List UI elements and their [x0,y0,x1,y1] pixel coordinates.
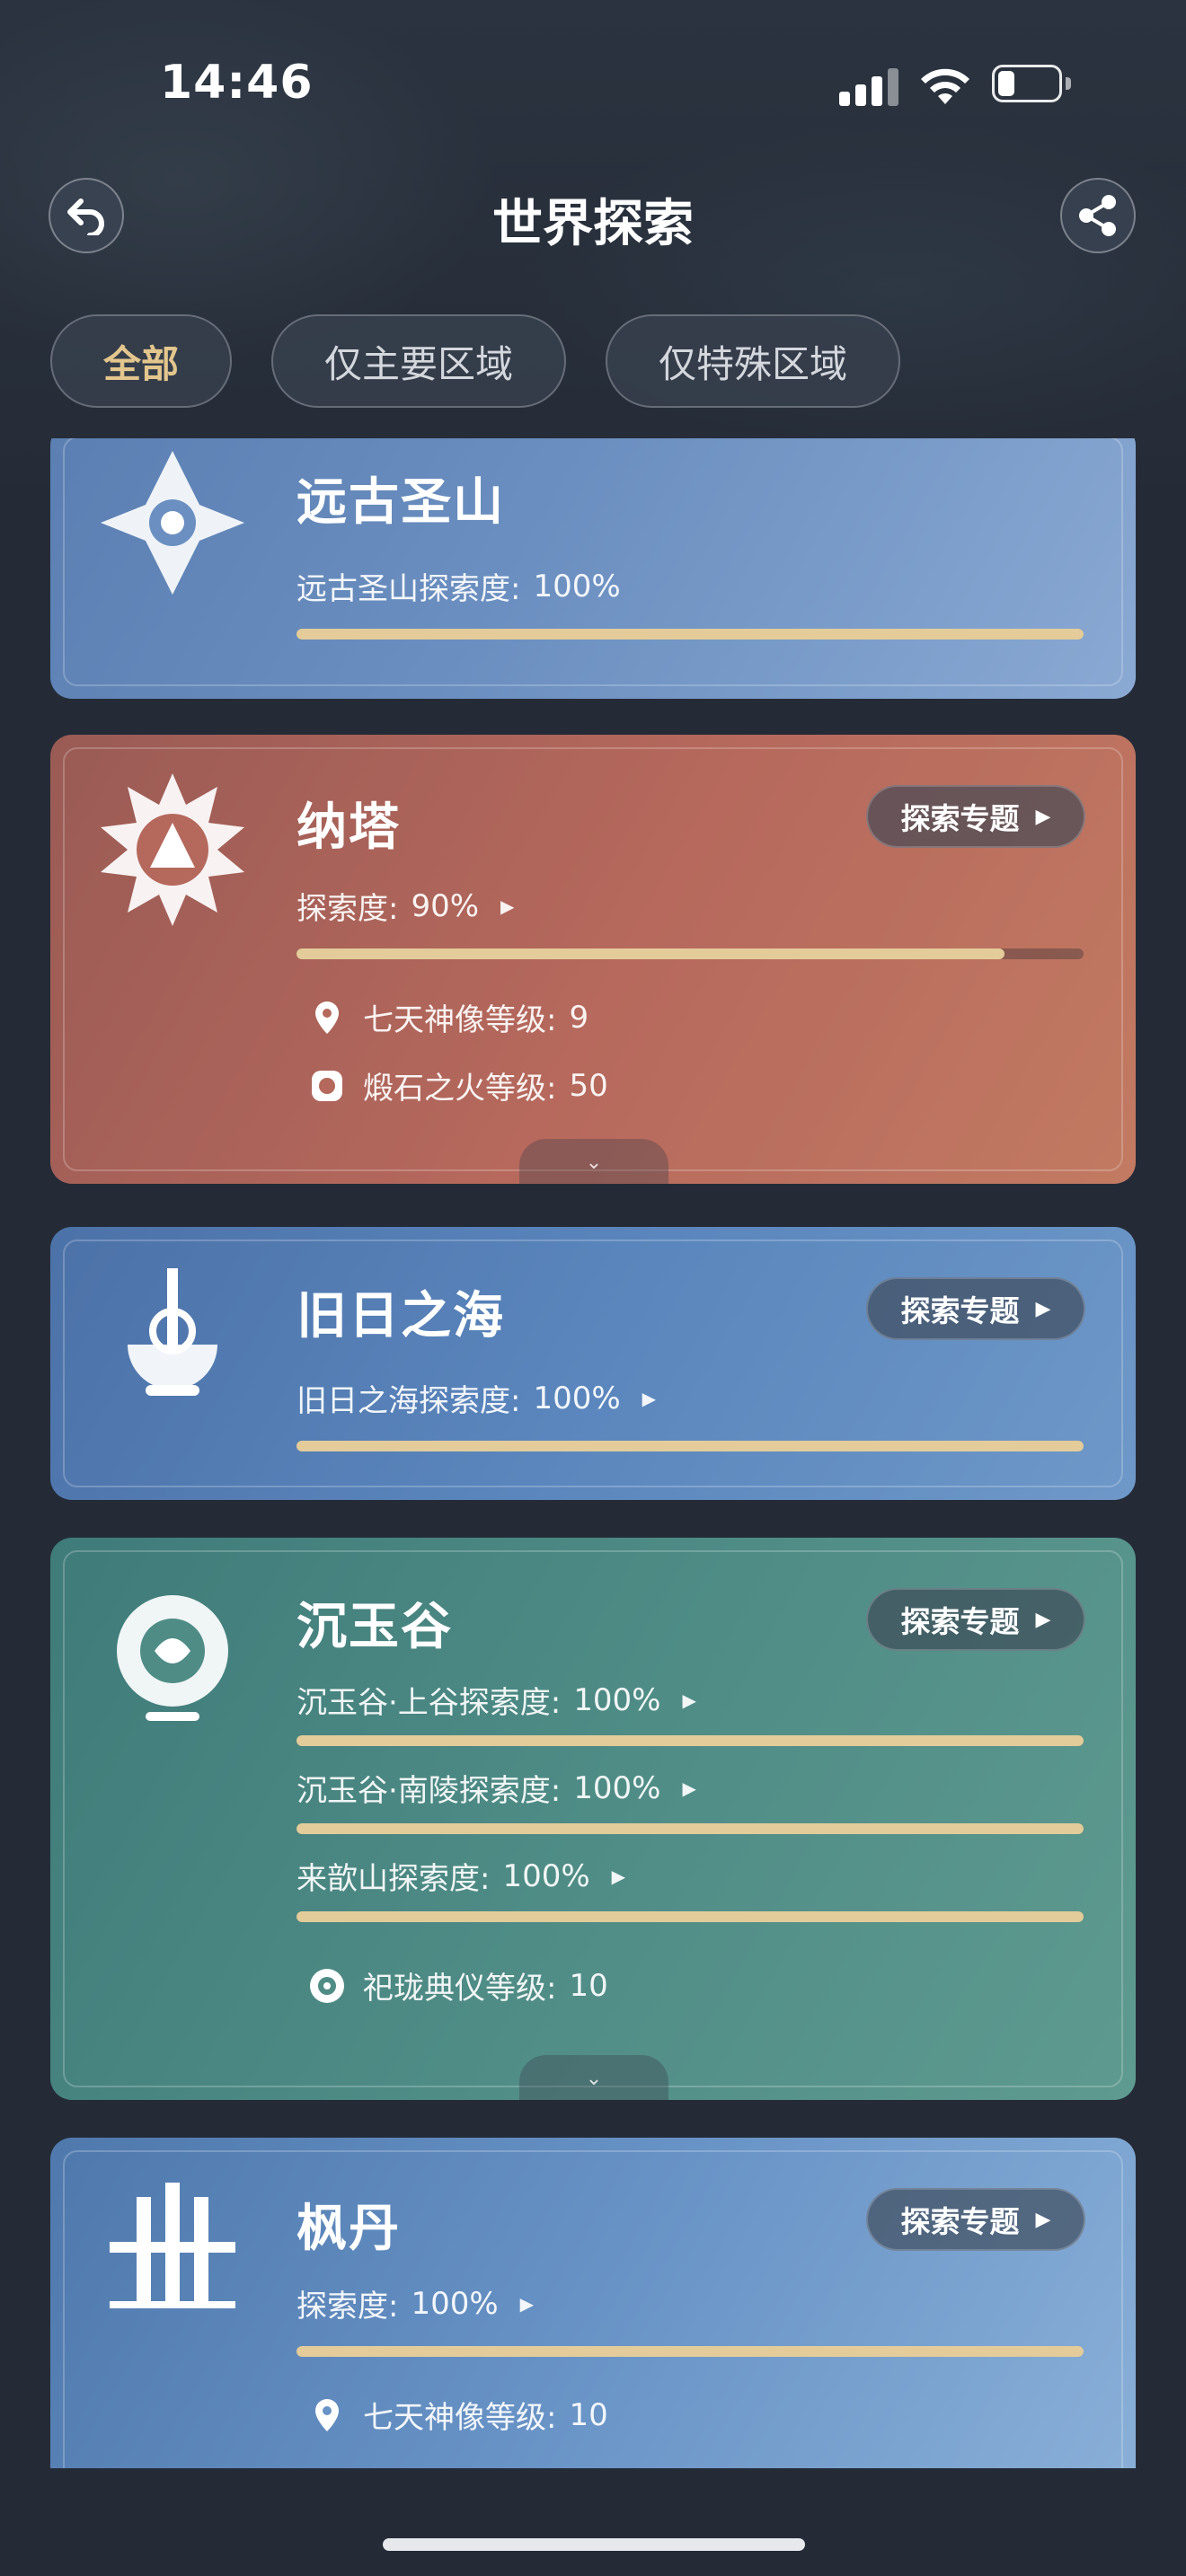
exploration-row[interactable]: 沉玉谷·上谷探索度: 100% ▶ [296,1678,696,1722]
lantern-rite-level: 祀珑典仪等级: 10 [307,1963,608,2007]
chevron-right-icon: ▶ [500,895,515,917]
region-card-natlan[interactable]: 纳塔 探索专题 ▶ 探索度: 90% ▶ 七天神像等级: 9 煅石之火等级: 50… [50,735,1136,1184]
region-emblem-icon [110,2183,235,2308]
forge-fire-level: 煅石之火等级: 50 [307,1063,608,1107]
progress-bar [296,629,1084,640]
progress-bar [296,1911,1084,1922]
filter-special-regions[interactable]: 仅特殊区域 [606,314,900,408]
home-indicator[interactable] [383,2538,805,2551]
share-icon [1079,195,1116,236]
region-emblem-icon [128,1268,217,1396]
chevron-down-icon: ⌄ [585,1151,603,1174]
map-pin-icon [307,998,347,1037]
expand-button[interactable]: ⌄ [519,2055,668,2100]
wifi-icon [921,68,969,104]
filter-all[interactable]: 全部 [50,314,232,408]
region-emblem-icon [101,451,244,595]
region-name: 旧日之海 [296,1287,505,1345]
region-emblem-icon [117,1595,228,1721]
chevron-right-icon: ▶ [611,1865,626,1887]
progress-bar [296,1441,1084,1451]
lantern-rite-icon [307,1966,347,2006]
exploration-row: 远古圣山探索度: 100% [296,568,621,608]
progress-bar [296,2346,1084,2357]
region-name: 远古圣山 [296,473,505,532]
page-title: 世界探索 [492,195,694,253]
exploration-topic-button[interactable]: 探索专题 ▶ [866,785,1085,848]
exploration-row[interactable]: 旧日之海探索度: 100% ▶ [296,1376,656,1420]
filter-main-regions[interactable]: 仅主要区域 [271,314,566,408]
region-card-ancient-mountain[interactable]: 远古圣山 远古圣山探索度: 100% [50,438,1136,699]
exploration-row[interactable]: 探索度: 100% ▶ [296,2281,534,2325]
map-pin-icon [307,2395,347,2435]
exploration-row[interactable]: 沉玉谷·南陵探索度: 100% ▶ [296,1766,696,1810]
exploration-row[interactable]: 探索度: 90% ▶ [296,884,514,928]
progress-bar [296,1735,1084,1746]
chevron-right-icon: ▶ [1035,1608,1051,1631]
chevron-right-icon: ▶ [642,1387,657,1409]
region-name: 纳塔 [296,798,401,857]
region-list[interactable]: 远古圣山 远古圣山探索度: 100% 纳塔 探索专题 ▶ 探索度: 90% ▶ 七… [0,438,1186,2468]
region-card-fontaine[interactable]: 枫丹 探索专题 ▶ 探索度: 100% ▶ 七天神像等级: 10 [50,2138,1136,2468]
chevron-right-icon: ▶ [682,1689,696,1711]
chevron-right-icon: ▶ [682,1777,696,1799]
region-emblem-icon [101,773,244,926]
status-bar: 14:46 [0,0,1186,171]
region-card-chenyu-vale[interactable]: 沉玉谷 探索专题 ▶ 沉玉谷·上谷探索度: 100% ▶ 沉玉谷·南陵探索度: 1… [50,1538,1136,2100]
chevron-down-icon: ⌄ [585,2067,603,2090]
share-button[interactable] [1060,178,1136,253]
statue-level: 七天神像等级: 10 [307,2393,608,2437]
exploration-topic-button[interactable]: 探索专题 ▶ [866,2188,1085,2251]
chevron-right-icon: ▶ [519,2292,535,2315]
progress-bar [296,948,1084,959]
exploration-topic-button[interactable]: 探索专题 ▶ [866,1588,1085,1651]
expand-button[interactable]: ⌄ [519,1139,668,1184]
statue-level: 七天神像等级: 9 [307,995,589,1039]
exploration-topic-button[interactable]: 探索专题 ▶ [866,1277,1085,1340]
chevron-right-icon: ▶ [1035,1297,1051,1320]
battery-icon [992,65,1071,104]
exploration-row[interactable]: 来歆山探索度: 100% ▶ [296,1854,625,1898]
signal-icon [839,66,900,106]
progress-bar [296,1823,1084,1834]
chevron-right-icon: ▶ [1035,805,1051,828]
region-card-old-sea[interactable]: 旧日之海 探索专题 ▶ 旧日之海探索度: 100% ▶ [50,1227,1136,1500]
region-name: 沉玉谷 [296,1598,453,1656]
region-name: 枫丹 [296,2200,401,2258]
forge-fire-icon [307,1066,347,1106]
status-time: 14:46 [160,56,314,110]
chevron-right-icon: ▶ [1035,2208,1051,2231]
